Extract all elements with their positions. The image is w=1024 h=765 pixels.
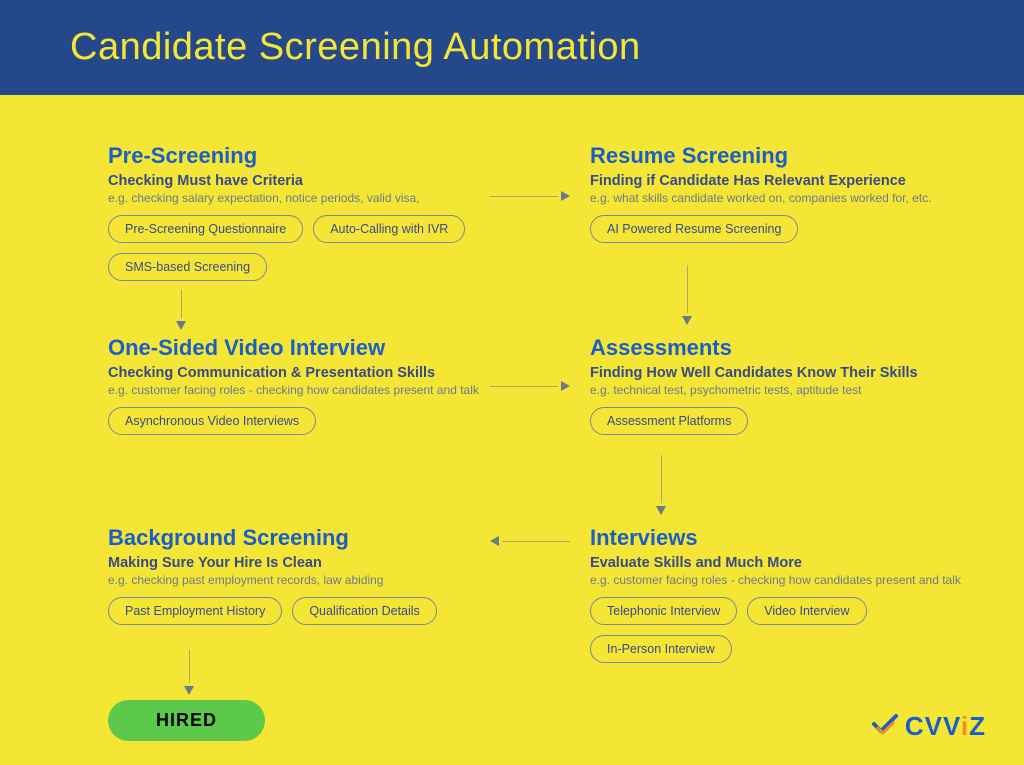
block-subtitle: Checking Communication & Presentation Sk… <box>108 365 518 381</box>
pill: Video Interview <box>747 597 866 625</box>
logo-text: CVViZ <box>905 711 986 742</box>
arrow-assessments-to-interviews <box>660 455 662 515</box>
pill: Telephonic Interview <box>590 597 737 625</box>
block-pre-screening: Pre-Screening Checking Must have Criteri… <box>108 143 518 281</box>
block-example: e.g. customer facing roles - checking ho… <box>108 383 518 397</box>
block-title: Resume Screening <box>590 143 1000 169</box>
block-assessments: Assessments Finding How Well Candidates … <box>590 335 1000 435</box>
block-example: e.g. customer facing roles - checking ho… <box>590 573 1000 587</box>
pill: In-Person Interview <box>590 635 732 663</box>
pill: Auto-Calling with IVR <box>313 215 465 243</box>
header-bar: Candidate Screening Automation <box>0 0 1024 95</box>
pill-group: AI Powered Resume Screening <box>590 215 1000 243</box>
pill: Qualification Details <box>292 597 436 625</box>
block-title: Assessments <box>590 335 1000 361</box>
block-resume-screening: Resume Screening Finding if Candidate Ha… <box>590 143 1000 243</box>
pill-group: Past Employment History Qualification De… <box>108 597 518 625</box>
block-example: e.g. checking past employment records, l… <box>108 573 518 587</box>
pill: AI Powered Resume Screening <box>590 215 798 243</box>
block-background-screening: Background Screening Making Sure Your Hi… <box>108 525 518 625</box>
block-title: Background Screening <box>108 525 518 551</box>
block-title: Pre-Screening <box>108 143 518 169</box>
block-subtitle: Evaluate Skills and Much More <box>590 555 1000 571</box>
block-video-interview: One-Sided Video Interview Checking Commu… <box>108 335 518 435</box>
block-subtitle: Finding if Candidate Has Relevant Experi… <box>590 173 1000 189</box>
logo-text-tail: Z <box>969 711 986 741</box>
pill: Pre-Screening Questionnaire <box>108 215 303 243</box>
arrow-resume-to-assessments <box>686 265 688 325</box>
logo-text-main: CVV <box>905 711 961 741</box>
pill-group: Pre-Screening Questionnaire Auto-Calling… <box>108 215 518 281</box>
pill: Past Employment History <box>108 597 282 625</box>
block-subtitle: Finding How Well Candidates Know Their S… <box>590 365 1000 381</box>
logo-text-accent: i <box>961 711 969 741</box>
arrow-interviews-to-background <box>490 540 570 542</box>
hired-badge: HIRED <box>108 700 265 741</box>
block-example: e.g. what skills candidate worked on, co… <box>590 191 1000 205</box>
pill: Assessment Platforms <box>590 407 748 435</box>
block-interviews: Interviews Evaluate Skills and Much More… <box>590 525 1000 663</box>
logo-mark-icon <box>871 710 899 743</box>
brand-logo: CVViZ <box>871 710 986 743</box>
diagram-page: Candidate Screening Automation Pre-Scree… <box>0 0 1024 765</box>
arrow-pre-to-video <box>180 290 182 330</box>
block-title: Interviews <box>590 525 1000 551</box>
block-example: e.g. technical test, psychometric tests,… <box>590 383 1000 397</box>
block-title: One-Sided Video Interview <box>108 335 518 361</box>
page-title: Candidate Screening Automation <box>70 26 641 69</box>
block-subtitle: Making Sure Your Hire Is Clean <box>108 555 518 571</box>
pill-group: Assessment Platforms <box>590 407 1000 435</box>
arrow-video-to-assessments <box>490 385 570 387</box>
pill-group: Asynchronous Video Interviews <box>108 407 518 435</box>
arrow-pre-to-resume <box>490 195 570 197</box>
arrow-background-to-hired <box>188 650 190 695</box>
block-subtitle: Checking Must have Criteria <box>108 173 518 189</box>
block-example: e.g. checking salary expectation, notice… <box>108 191 518 205</box>
diagram-content: Pre-Screening Checking Must have Criteri… <box>0 95 1024 765</box>
pill: SMS-based Screening <box>108 253 267 281</box>
pill: Asynchronous Video Interviews <box>108 407 316 435</box>
pill-group: Telephonic Interview Video Interview In-… <box>590 597 1000 663</box>
